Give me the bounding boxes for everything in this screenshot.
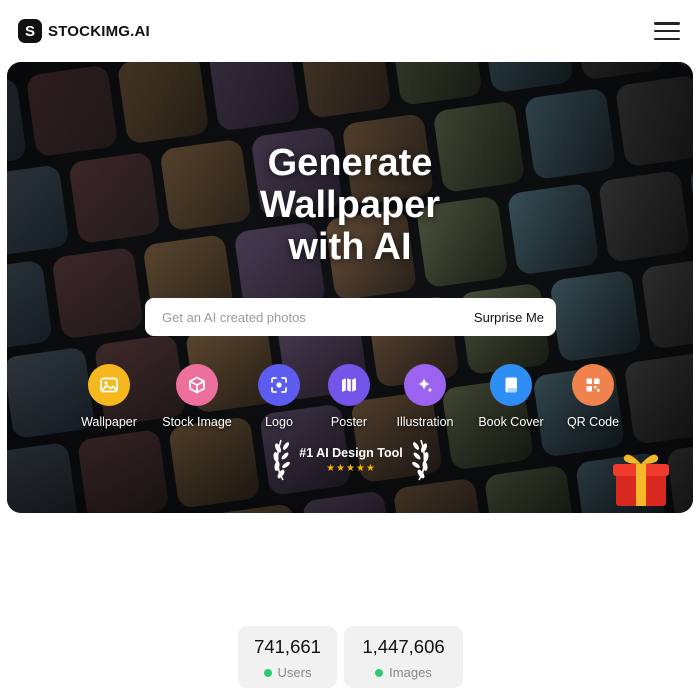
- image-icon: [88, 364, 130, 406]
- surprise-me-button[interactable]: Surprise Me: [474, 310, 544, 325]
- star-rating: ★★★★★: [326, 463, 376, 474]
- category-wallpaper[interactable]: Wallpaper: [59, 364, 159, 429]
- prompt-search-bar: Surprise Me: [145, 298, 556, 336]
- category-qr-code[interactable]: QR Code: [543, 364, 643, 429]
- headline-line-1: Generate: [267, 142, 433, 184]
- images-stat-card: 1,447,606 Images: [344, 626, 463, 688]
- brand-logo[interactable]: S STOCKIMG.AI: [18, 19, 150, 43]
- users-count: 741,661: [254, 636, 321, 657]
- category-label: QR Code: [566, 415, 620, 429]
- headline-line-3: with AI: [288, 226, 412, 268]
- book-icon: [490, 364, 532, 406]
- images-label: Images: [389, 665, 432, 680]
- stats-section: 741,661 Users 1,447,606 Images: [0, 626, 700, 688]
- headline-line-2: Wallpaper: [259, 184, 441, 226]
- cube-icon: [176, 364, 218, 406]
- brand-mark-icon: S: [18, 19, 42, 43]
- top-nav: S STOCKIMG.AI: [0, 0, 700, 62]
- map-icon: [328, 364, 370, 406]
- users-stat-card: 741,661 Users: [238, 626, 337, 688]
- status-dot-icon: [375, 668, 384, 677]
- images-label-row: Images: [344, 665, 463, 680]
- category-illustration[interactable]: Illustration: [375, 364, 475, 429]
- laurel-wreath-icon: [273, 439, 429, 481]
- gift-box-icon[interactable]: [610, 448, 672, 510]
- category-label: Wallpaper: [81, 415, 137, 429]
- category-list: Wallpaper Stock Image Logo Poster Illust…: [7, 364, 693, 434]
- users-label-row: Users: [238, 665, 337, 680]
- award-title: #1 AI Design Tool: [299, 446, 403, 460]
- award-badge: #1 AI Design Tool ★★★★★: [269, 434, 433, 486]
- status-dot-icon: [263, 668, 272, 677]
- users-label: Users: [277, 665, 312, 680]
- brand-name: STOCKIMG.AI: [48, 22, 150, 40]
- category-label: Logo: [265, 415, 293, 429]
- hamburger-menu-icon[interactable]: [654, 20, 680, 42]
- qr-code-icon: [572, 364, 614, 406]
- images-count: 1,447,606: [362, 636, 445, 657]
- scan-icon: [258, 364, 300, 406]
- category-label: Illustration: [396, 415, 454, 429]
- sparkle-icon: [404, 364, 446, 406]
- prompt-input[interactable]: [160, 308, 474, 326]
- category-label: Book Cover: [478, 415, 544, 429]
- category-label: Stock Image: [162, 415, 232, 429]
- hero-headline: Generate Wallpaper with AI: [7, 142, 693, 268]
- category-label: Poster: [330, 415, 368, 429]
- hero-banner: Generate Wallpaper with AI Surprise Me W…: [7, 62, 693, 513]
